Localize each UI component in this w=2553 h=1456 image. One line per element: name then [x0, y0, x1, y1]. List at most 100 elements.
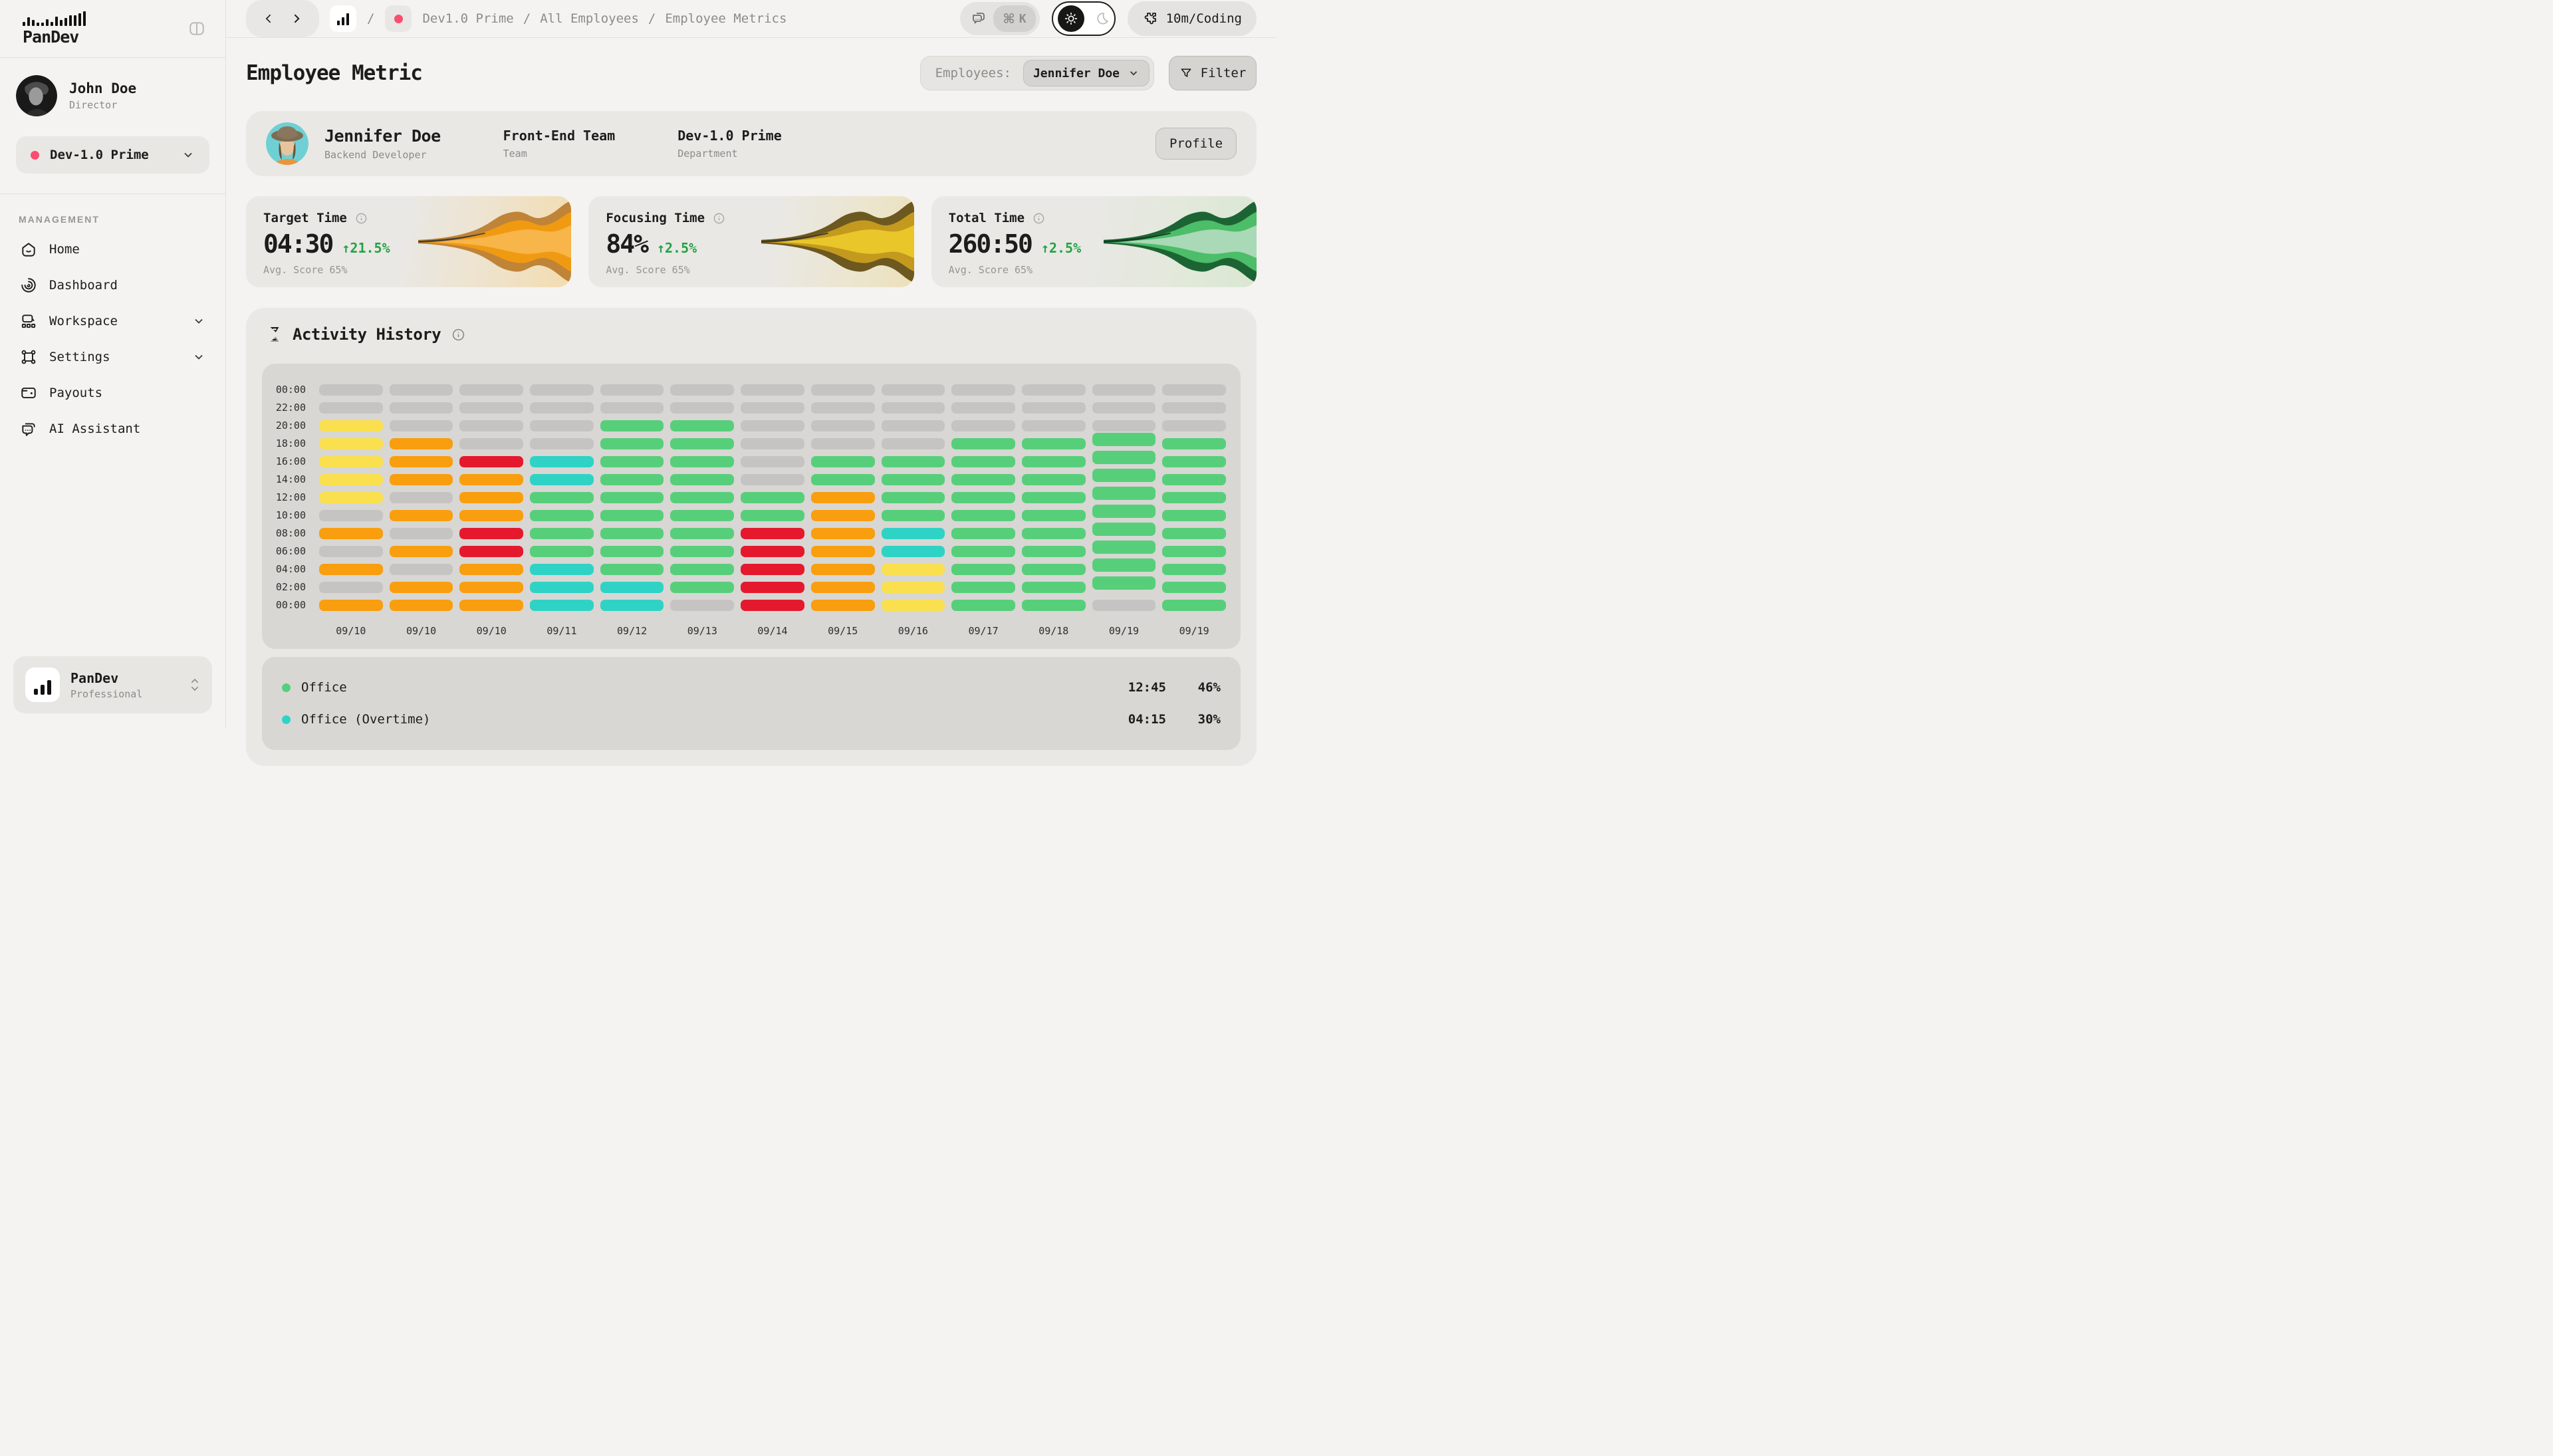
heatmap-cell [530, 596, 594, 614]
heatmap-cell [811, 435, 875, 453]
sidebar-item-label: AI Assistant [49, 422, 140, 436]
heatmap-cell [319, 471, 383, 489]
activity-pill [459, 420, 523, 431]
activity-pill [1162, 582, 1226, 593]
activity-pill [1092, 505, 1156, 518]
info-icon[interactable] [355, 212, 368, 225]
employee-selected: Jennifer Doe [1033, 66, 1120, 80]
activity-pill [811, 582, 875, 593]
activity-pill [811, 510, 875, 521]
breadcrumb-segment[interactable]: Employee Metrics [665, 11, 787, 26]
breadcrumb-team-icon[interactable] [385, 5, 412, 32]
session-badge[interactable]: 10m/Coding [1128, 1, 1257, 36]
date-label: 09/10 [390, 614, 453, 642]
activity-pill [1092, 451, 1156, 464]
command-palette-button[interactable]: ⌘ K [960, 2, 1039, 35]
heatmap-cell [882, 435, 945, 453]
profile-button[interactable]: Profile [1155, 128, 1237, 160]
sidebar-user: John Doe Director [0, 58, 225, 122]
heatmap-cell [670, 578, 734, 596]
heatmap-cell [600, 381, 664, 399]
info-icon[interactable] [713, 212, 725, 225]
date-label: 09/17 [951, 614, 1015, 642]
time-label: 06:00 [270, 543, 312, 560]
heatmap-cell [811, 525, 875, 543]
employee-department-label: Department [677, 148, 782, 160]
activity-pill [530, 438, 594, 449]
org-switcher[interactable]: PanDev Professional [13, 656, 212, 713]
stat-value: 04:30 [263, 229, 332, 259]
breadcrumb-app-icon[interactable] [330, 5, 356, 32]
sidebar-item-workspace[interactable]: Workspace [11, 303, 215, 339]
heatmap-cell [390, 507, 453, 525]
activity-pill [600, 600, 664, 611]
activity-pill [1022, 456, 1086, 467]
activity-pill [670, 384, 734, 396]
heatmap-cell [882, 507, 945, 525]
heatmap-cell [951, 381, 1015, 399]
heatmap-cell [1092, 399, 1156, 417]
stream-graphic [418, 196, 571, 287]
activity-pill [670, 528, 734, 539]
filter-label: Filter [1201, 66, 1247, 80]
app-name: PanDev [23, 27, 96, 47]
employee-dropdown[interactable]: Jennifer Doe [1023, 60, 1150, 86]
activity-pill [811, 528, 875, 539]
heatmap-cell [670, 596, 734, 614]
theme-toggle[interactable] [1052, 1, 1116, 36]
heatmap-cell [390, 560, 453, 578]
heatmap-cell [1022, 417, 1086, 435]
activity-pill [882, 402, 945, 414]
activity-pill [1162, 420, 1226, 431]
legend-row-office[interactable]: Office 12:45 46% [282, 674, 1221, 701]
activity-pill [1162, 492, 1226, 503]
sidebar-item-label: Payouts [49, 386, 102, 400]
breadcrumb-segment[interactable]: All Employees [540, 11, 639, 26]
heatmap-cell [600, 560, 664, 578]
heatmap-cell [1022, 578, 1086, 596]
activity-pill [459, 528, 523, 539]
chevron-down-icon [1128, 67, 1140, 79]
legend-row-office-overtime[interactable]: Office (Overtime) 04:15 30% [282, 706, 1221, 733]
back-button[interactable] [263, 12, 276, 25]
user-name: John Doe [69, 80, 136, 96]
activity-pill [390, 510, 453, 521]
activity-pill [1162, 438, 1226, 449]
legend-dot [282, 683, 291, 692]
info-icon[interactable] [451, 328, 465, 342]
breadcrumb-segment[interactable]: Dev1.0 Prime [422, 11, 513, 26]
profile-button-label: Profile [1169, 136, 1223, 151]
heatmap-cell [1022, 543, 1086, 560]
sidebar-item-settings[interactable]: Settings [11, 339, 215, 375]
activity-pill [741, 528, 804, 539]
team-selector[interactable]: Dev-1.0 Prime [16, 136, 209, 174]
heatmap-cell [1022, 560, 1086, 578]
sidebar-item-ai-assistant[interactable]: AI Assistant [11, 411, 215, 447]
activity-pill [951, 492, 1015, 503]
stat-card-target-time: Target Time 04:30 ↑21.5% Avg. Score 65% [246, 196, 571, 287]
sidebar-item-home[interactable]: Home [11, 231, 215, 267]
sidebar-item-dashboard[interactable]: Dashboard [11, 267, 215, 303]
activity-pill [741, 420, 804, 431]
sidebar-collapse-icon[interactable] [188, 20, 205, 37]
sidebar-item-payouts[interactable]: Payouts [11, 375, 215, 411]
activity-pill [1162, 564, 1226, 575]
forward-button[interactable] [289, 12, 303, 25]
info-icon[interactable] [1033, 212, 1045, 225]
filter-button[interactable]: Filter [1169, 56, 1257, 90]
employee-name: Jennifer Doe [324, 126, 441, 146]
activity-pill [600, 564, 664, 575]
activity-pill [319, 384, 383, 396]
heatmap-cell [741, 417, 804, 435]
activity-pill [1022, 420, 1086, 431]
heatmap-cell [600, 525, 664, 543]
heatmap-cell [600, 471, 664, 489]
page-title: Employee Metric [246, 61, 422, 85]
session-badge-label: 10m/Coding [1166, 11, 1242, 26]
heatmap-cell [1162, 453, 1226, 471]
activity-pill [741, 582, 804, 593]
heatmap-cell [319, 417, 383, 435]
activity-pill [951, 510, 1015, 521]
light-mode-knob [1058, 5, 1084, 32]
heatmap-cell [530, 381, 594, 399]
